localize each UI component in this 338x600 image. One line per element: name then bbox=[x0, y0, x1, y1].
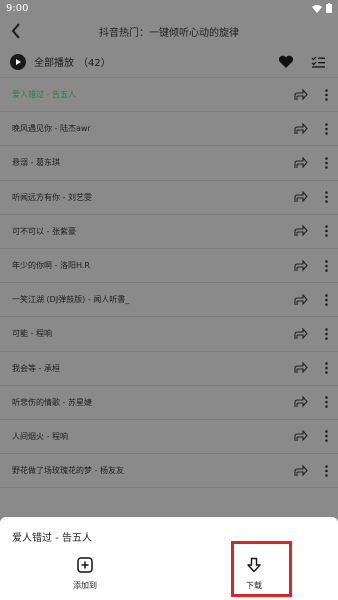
download-highlight-box bbox=[231, 541, 292, 597]
back-arrow-icon bbox=[11, 23, 20, 39]
more-options-icon[interactable] bbox=[320, 86, 332, 104]
share-icon[interactable] bbox=[292, 291, 310, 309]
more-options-icon[interactable] bbox=[320, 188, 332, 206]
song-title: 野花做了场玫瑰花的梦 - 杨友友 bbox=[12, 466, 124, 476]
song-row[interactable]: 晚风遇见你 - 陆杰awr bbox=[0, 112, 338, 147]
more-options-icon[interactable] bbox=[320, 359, 332, 377]
song-title: 人间烟火 - 程响 bbox=[12, 431, 68, 441]
more-options-icon[interactable] bbox=[320, 462, 332, 480]
share-icon[interactable] bbox=[292, 427, 310, 445]
page-title: 抖音热门：一键倾听心动的旋律 bbox=[99, 27, 239, 39]
song-row[interactable]: 听闻远方有你 - 刘艺雯 bbox=[0, 181, 338, 215]
song-title: 爱人错过 - 告五人 bbox=[12, 90, 76, 100]
song-title: 一笑江湖 (DJ弹鼓版) - 闻人听書_ bbox=[12, 295, 130, 305]
song-title: 晚风遇见你 - 陆杰awr bbox=[12, 124, 91, 134]
song-title: 听悲伤的情歌 - 苏星婕 bbox=[12, 397, 92, 407]
song-row[interactable]: 听悲伤的情歌 - 苏星婕 bbox=[0, 386, 338, 420]
share-icon[interactable] bbox=[292, 222, 310, 240]
song-row[interactable]: 悬溺 - 葛东琪 bbox=[0, 146, 338, 181]
manage-list-button[interactable] bbox=[308, 52, 328, 72]
song-title: 可能 - 程响 bbox=[12, 329, 52, 339]
song-title: 年少的你啊 - 洛阳H.R bbox=[12, 261, 90, 271]
more-options-icon[interactable] bbox=[320, 120, 332, 138]
play-all-label[interactable]: 全部播放 bbox=[34, 54, 74, 69]
song-row[interactable]: 人间烟火 - 程响 bbox=[0, 420, 338, 455]
add-to-playlist-button[interactable]: 添加到 bbox=[55, 557, 115, 591]
more-options-icon[interactable] bbox=[320, 393, 332, 411]
share-icon[interactable] bbox=[292, 359, 310, 377]
sheet-song-title: 爱人错过 - 告五人 bbox=[12, 533, 92, 544]
more-options-icon[interactable] bbox=[320, 325, 332, 343]
share-icon[interactable] bbox=[292, 154, 310, 172]
battery-icon bbox=[326, 3, 332, 13]
add-square-icon bbox=[77, 557, 93, 573]
song-row[interactable]: 我会等 - 承桓 bbox=[0, 352, 338, 386]
heart-icon bbox=[278, 55, 294, 68]
song-title: 听闻远方有你 - 刘艺雯 bbox=[12, 192, 92, 202]
more-options-icon[interactable] bbox=[320, 257, 332, 275]
share-icon[interactable] bbox=[292, 393, 310, 411]
play-all-button[interactable] bbox=[10, 53, 26, 70]
status-icons bbox=[312, 3, 332, 13]
song-title: 我会等 - 承桓 bbox=[12, 363, 60, 373]
song-row[interactable]: 可能 - 程响 bbox=[0, 317, 338, 352]
share-icon[interactable] bbox=[292, 188, 310, 206]
more-options-icon[interactable] bbox=[320, 154, 332, 172]
status-time: 9:00 bbox=[6, 2, 29, 14]
share-icon[interactable] bbox=[292, 86, 310, 104]
more-options-icon[interactable] bbox=[320, 222, 332, 240]
add-to-label: 添加到 bbox=[73, 581, 97, 590]
song-row[interactable]: 年少的你啊 - 洛阳H.R bbox=[0, 249, 338, 284]
song-row[interactable]: 野花做了场玫瑰花的梦 - 杨友友 bbox=[0, 454, 338, 489]
song-row[interactable]: 爱人错过 - 告五人 bbox=[0, 78, 338, 113]
play-icon bbox=[16, 58, 21, 65]
wifi-icon bbox=[312, 4, 322, 13]
share-icon[interactable] bbox=[292, 325, 310, 343]
song-title: 可不可以 - 张紫豪 bbox=[12, 226, 76, 236]
checklist-icon bbox=[311, 56, 325, 68]
favorite-button[interactable] bbox=[276, 52, 296, 72]
play-all-count: （42） bbox=[78, 58, 111, 69]
more-options-icon[interactable] bbox=[320, 291, 332, 309]
song-row[interactable]: 可不可以 - 张紫豪 bbox=[0, 215, 338, 249]
share-icon[interactable] bbox=[292, 120, 310, 138]
status-bar: 9:00 bbox=[0, 0, 338, 16]
more-options-icon[interactable] bbox=[320, 427, 332, 445]
song-title: 悬溺 - 葛东琪 bbox=[12, 158, 60, 168]
song-row[interactable]: 一笑江湖 (DJ弹鼓版) - 闻人听書_ bbox=[0, 283, 338, 318]
header: 抖音热门：一键倾听心动的旋律 bbox=[0, 16, 338, 46]
share-icon[interactable] bbox=[292, 462, 310, 480]
share-icon[interactable] bbox=[292, 257, 310, 275]
song-list: 爱人错过 - 告五人 晚风遇见你 - 陆杰awr 悬溺 - 葛东琪 听闻远方有你… bbox=[0, 78, 338, 489]
back-button[interactable] bbox=[0, 16, 32, 46]
play-all-bar: 全部播放 （42） bbox=[0, 46, 338, 78]
